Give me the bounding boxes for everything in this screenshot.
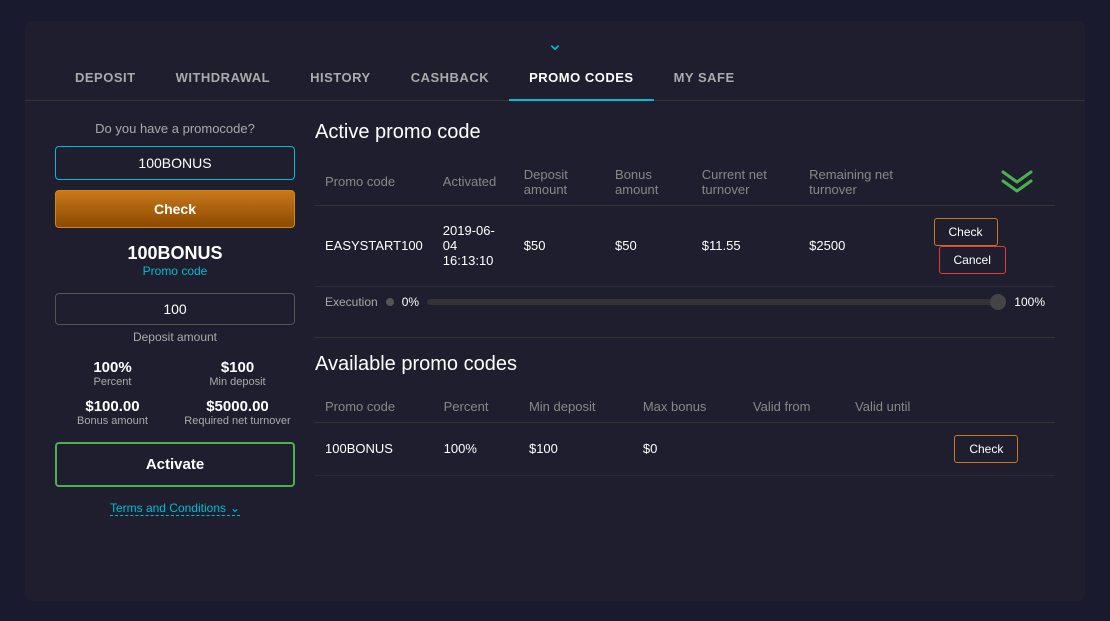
- stat-percent-label: Percent: [55, 376, 170, 388]
- stat-min-deposit-label: Min deposit: [180, 376, 295, 388]
- col-activated: Activated: [433, 159, 514, 206]
- avail-promo-valid-until-cell: [845, 422, 944, 475]
- avail-promo-percent-cell: 100%: [434, 422, 519, 475]
- avail-promo-max-bonus-cell: $0: [633, 422, 743, 475]
- active-promo-check-button[interactable]: Check: [934, 218, 998, 246]
- col-deposit-amount: Deposit amount: [514, 159, 605, 206]
- stat-bonus-amount-label: Bonus amount: [55, 415, 170, 427]
- promo-code-input[interactable]: [55, 146, 295, 180]
- nav-tabs: DEPOSIT WITHDRAWAL HISTORY CASHBACK PROM…: [25, 56, 1085, 101]
- deposit-amount-label: Deposit amount: [55, 330, 295, 344]
- active-promo-activated-cell: 2019-06-04 16:13:10: [433, 205, 514, 286]
- avail-promo-min-deposit-cell: $100: [519, 422, 633, 475]
- available-promo-header-row: Promo code Percent Min deposit Max bonus…: [315, 391, 1055, 423]
- avail-promo-code-cell: 100BONUS: [315, 422, 434, 475]
- avail-col-promo-code: Promo code: [315, 391, 434, 423]
- active-promo-bonus-cell: $50: [605, 205, 692, 286]
- available-promo-table-container: Promo code Percent Min deposit Max bonus…: [315, 391, 1055, 476]
- stat-bonus-amount-value: $100.00: [55, 398, 170, 415]
- check-promo-button[interactable]: Check: [55, 190, 295, 228]
- col-current-net-turnover: Current net turnover: [692, 159, 799, 206]
- avail-col-max-bonus: Max bonus: [633, 391, 743, 423]
- top-chevron-area: ⌄: [25, 21, 1085, 56]
- col-remaining-net-turnover: Remaining net turnover: [799, 159, 923, 206]
- avail-col-percent: Percent: [434, 391, 519, 423]
- stat-net-turnover-value: $5000.00: [180, 398, 295, 415]
- terms-chevron-icon: ⌄: [230, 501, 240, 515]
- promo-code-value: 100BONUS: [55, 243, 295, 264]
- terms-text: Terms and Conditions: [110, 501, 226, 515]
- green-double-chevron-icon: [999, 168, 1035, 196]
- active-promo-code-cell: EASYSTART100: [315, 205, 433, 286]
- execution-end-percent: 100%: [1014, 295, 1045, 309]
- left-panel: Do you have a promocode? Check 100BONUS …: [55, 121, 315, 517]
- col-bonus-amount: Bonus amount: [605, 159, 692, 206]
- stat-min-deposit: $100 Min deposit: [180, 359, 295, 388]
- active-promo-table-container: Promo code Activated Deposit amount Bonu…: [315, 159, 1055, 317]
- tab-cashback[interactable]: CASHBACK: [391, 56, 509, 101]
- tab-history[interactable]: HISTORY: [290, 56, 391, 101]
- available-promo-table: Promo code Percent Min deposit Max bonus…: [315, 391, 1055, 476]
- active-promo-header-row: Promo code Activated Deposit amount Bonu…: [315, 159, 1055, 206]
- active-promo-row: EASYSTART100 2019-06-04 16:13:10 $50 $50…: [315, 205, 1055, 286]
- activate-button[interactable]: Activate: [55, 442, 295, 487]
- active-promo-current-net-cell: $11.55: [692, 205, 799, 286]
- execution-dot-icon: [386, 298, 394, 306]
- avail-col-min-deposit: Min deposit: [519, 391, 633, 423]
- main-content: Do you have a promocode? Check 100BONUS …: [25, 101, 1085, 537]
- stat-net-turnover: $5000.00 Required net turnover: [180, 398, 295, 427]
- active-promo-deposit-cell: $50: [514, 205, 605, 286]
- col-promo-code: Promo code: [315, 159, 433, 206]
- active-promo-remaining-net-cell: $2500: [799, 205, 923, 286]
- execution-progress-thumb: [990, 294, 1006, 310]
- avail-col-actions: [944, 391, 1055, 423]
- active-promo-cancel-button[interactable]: Cancel: [939, 246, 1006, 274]
- section-separator: [315, 337, 1055, 338]
- avail-col-valid-from: Valid from: [743, 391, 845, 423]
- active-promo-table: Promo code Activated Deposit amount Bonu…: [315, 159, 1055, 287]
- promo-code-label: Promo code: [55, 264, 295, 278]
- deposit-amount-input[interactable]: [55, 293, 295, 325]
- tab-promo-codes[interactable]: PROMO CODES: [509, 56, 653, 101]
- main-container: ⌄ DEPOSIT WITHDRAWAL HISTORY CASHBACK PR…: [25, 21, 1085, 601]
- tab-withdrawal[interactable]: WITHDRAWAL: [156, 56, 291, 101]
- terms-link[interactable]: Terms and Conditions ⌄: [110, 501, 240, 516]
- execution-percent: 0%: [402, 295, 419, 309]
- active-promo-title: Active promo code: [315, 121, 1055, 144]
- stat-bonus-amount: $100.00 Bonus amount: [55, 398, 170, 427]
- stat-percent-value: 100%: [55, 359, 170, 376]
- right-panel: Active promo code Promo code Activated D…: [315, 121, 1055, 517]
- tab-deposit[interactable]: DEPOSIT: [55, 56, 156, 101]
- execution-label: Execution: [325, 295, 378, 309]
- execution-progress-bar: [427, 299, 1006, 305]
- stat-min-deposit-value: $100: [180, 359, 295, 376]
- available-promo-title: Available promo codes: [315, 353, 1055, 376]
- promo-code-display: 100BONUS Promo code: [55, 243, 295, 278]
- avail-col-valid-until: Valid until: [845, 391, 944, 423]
- stat-percent: 100% Percent: [55, 359, 170, 388]
- tab-my-safe[interactable]: MY SAFE: [654, 56, 755, 101]
- stat-net-turnover-label: Required net turnover: [180, 415, 295, 427]
- avail-promo-actions-cell: Check: [944, 422, 1055, 475]
- available-promo-check-button[interactable]: Check: [954, 435, 1018, 463]
- available-promo-row: 100BONUS 100% $100 $0 Check: [315, 422, 1055, 475]
- col-actions-header: [924, 159, 1056, 206]
- active-promo-actions-cell: Check Cancel: [924, 205, 1056, 286]
- stats-grid: 100% Percent $100 Min deposit $100.00 Bo…: [55, 359, 295, 427]
- avail-promo-valid-from-cell: [743, 422, 845, 475]
- promo-question: Do you have a promocode?: [55, 121, 295, 136]
- top-chevron-icon: ⌄: [547, 31, 564, 56]
